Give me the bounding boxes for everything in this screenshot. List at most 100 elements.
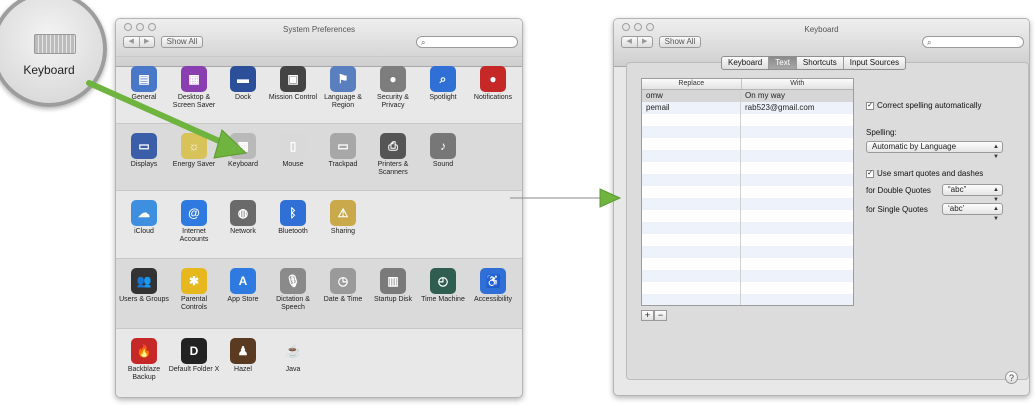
pref-pane-java[interactable]: ☕ Java bbox=[267, 338, 319, 374]
table-row[interactable] bbox=[642, 174, 853, 186]
pref-pane-mouse[interactable]: ▯ Mouse bbox=[267, 133, 319, 169]
pref-pane-dock[interactable]: ▬ Dock bbox=[217, 66, 269, 102]
with-cell[interactable] bbox=[741, 138, 853, 150]
replace-cell[interactable] bbox=[642, 270, 741, 282]
table-row[interactable] bbox=[642, 150, 853, 162]
table-row[interactable] bbox=[642, 246, 853, 258]
replace-cell[interactable] bbox=[642, 294, 741, 305]
table-row[interactable] bbox=[642, 162, 853, 174]
replace-cell[interactable] bbox=[642, 258, 741, 270]
remove-button[interactable]: − bbox=[654, 310, 667, 321]
table-row[interactable] bbox=[642, 234, 853, 246]
with-cell[interactable] bbox=[741, 174, 853, 186]
pref-pane-network[interactable]: ◍ Network bbox=[217, 200, 269, 236]
text-replacement-table[interactable]: Replace With omw On my way pemail rab523@gm… bbox=[641, 78, 854, 306]
pref-pane-keyboard[interactable]: ▦ Keyboard bbox=[217, 133, 269, 169]
pref-pane-default-folder-x[interactable]: D Default Folder X bbox=[168, 338, 220, 374]
pref-pane-language-and-region[interactable]: ⚑ Language & Region bbox=[317, 66, 369, 110]
replace-cell[interactable] bbox=[642, 114, 741, 126]
pref-pane-time-machine[interactable]: ◴ Time Machine bbox=[417, 268, 469, 304]
with-cell[interactable] bbox=[741, 222, 853, 234]
double-quotes-popup[interactable]: “abc” ▲ ▼ bbox=[942, 184, 1003, 203]
add-button[interactable]: + bbox=[641, 310, 654, 321]
replace-cell[interactable] bbox=[642, 198, 741, 210]
with-cell[interactable] bbox=[741, 186, 853, 198]
pref-pane-startup-disk[interactable]: ▥ Startup Disk bbox=[367, 268, 419, 304]
pref-pane-bluetooth[interactable]: ᛒ Bluetooth bbox=[267, 200, 319, 236]
pref-pane-notifications[interactable]: ● Notifications bbox=[467, 66, 519, 102]
with-cell[interactable] bbox=[741, 126, 853, 138]
pref-pane-app-store[interactable]: A App Store bbox=[217, 268, 269, 304]
checkmark-icon[interactable]: ✓ bbox=[866, 169, 874, 178]
with-cell[interactable] bbox=[741, 282, 853, 294]
help-button[interactable]: ? bbox=[1005, 371, 1018, 384]
with-cell[interactable] bbox=[741, 162, 853, 174]
pref-pane-desktop-and-screen-saver[interactable]: ▦ Desktop & Screen Saver bbox=[168, 66, 220, 110]
pref-pane-displays[interactable]: ▭ Displays bbox=[118, 133, 170, 169]
back-arrow-icon[interactable]: ◀ bbox=[622, 37, 638, 47]
pref-pane-mission-control[interactable]: ▣ Mission Control bbox=[267, 66, 319, 102]
table-row[interactable] bbox=[642, 222, 853, 234]
replace-cell[interactable] bbox=[642, 138, 741, 150]
pref-pane-accessibility[interactable]: ♿ Accessibility bbox=[467, 268, 519, 304]
table-row[interactable] bbox=[642, 270, 853, 282]
replace-cell[interactable] bbox=[642, 126, 741, 138]
pref-pane-internet-accounts[interactable]: @ Internet Accounts bbox=[168, 200, 220, 244]
table-row[interactable] bbox=[642, 294, 853, 305]
with-cell[interactable] bbox=[741, 150, 853, 162]
table-row[interactable]: pemail rab523@gmail.com bbox=[642, 102, 853, 114]
column-header-replace[interactable]: Replace bbox=[642, 79, 742, 89]
replace-cell[interactable] bbox=[642, 162, 741, 174]
tab-input-sources[interactable]: Input Sources bbox=[844, 57, 905, 69]
with-cell[interactable] bbox=[741, 258, 853, 270]
search-field[interactable]: ⌕ bbox=[416, 36, 518, 48]
replace-cell[interactable]: omw bbox=[642, 90, 741, 102]
with-cell[interactable] bbox=[741, 210, 853, 222]
pref-pane-printers-and-scanners[interactable]: ⎙ Printers & Scanners bbox=[367, 133, 419, 177]
tab-keyboard[interactable]: Keyboard bbox=[722, 57, 770, 69]
pref-pane-security-and-privacy[interactable]: ● Security & Privacy bbox=[367, 66, 419, 110]
with-cell[interactable] bbox=[741, 114, 853, 126]
back-arrow-icon[interactable]: ◀ bbox=[124, 37, 140, 47]
table-row[interactable] bbox=[642, 186, 853, 198]
smart-quotes-checkbox[interactable]: ✓ Use smart quotes and dashes bbox=[866, 169, 983, 178]
replace-cell[interactable] bbox=[642, 150, 741, 162]
pref-pane-spotlight[interactable]: ⌕ Spotlight bbox=[417, 66, 469, 102]
tab-text[interactable]: Text bbox=[769, 57, 797, 69]
spelling-popup[interactable]: Automatic by Language ▲ ▼ bbox=[866, 141, 1003, 160]
back-forward-control[interactable]: ◀ ▶ bbox=[123, 36, 155, 48]
pref-pane-backblaze-backup[interactable]: 🔥 Backblaze Backup bbox=[118, 338, 170, 382]
replace-cell[interactable] bbox=[642, 186, 741, 198]
pref-pane-date-and-time[interactable]: ◷ Date & Time bbox=[317, 268, 369, 304]
pref-pane-general[interactable]: ▤ General bbox=[118, 66, 170, 102]
replace-cell[interactable] bbox=[642, 246, 741, 258]
with-cell[interactable]: rab523@gmail.com bbox=[741, 102, 853, 114]
with-cell[interactable] bbox=[741, 270, 853, 282]
pref-pane-sharing[interactable]: ⚠ Sharing bbox=[317, 200, 369, 236]
pref-pane-parental-controls[interactable]: ✱ Parental Controls bbox=[168, 268, 220, 312]
table-row[interactable] bbox=[642, 198, 853, 210]
show-all-button[interactable]: Show All bbox=[659, 36, 701, 48]
replace-cell[interactable] bbox=[642, 222, 741, 234]
pref-pane-sound[interactable]: ♪ Sound bbox=[417, 133, 469, 169]
checkmark-icon[interactable]: ✓ bbox=[866, 101, 874, 110]
with-cell[interactable] bbox=[741, 294, 853, 305]
with-cell[interactable] bbox=[741, 198, 853, 210]
pref-pane-hazel[interactable]: ♟ Hazel bbox=[217, 338, 269, 374]
replace-cell[interactable] bbox=[642, 234, 741, 246]
with-cell[interactable] bbox=[741, 234, 853, 246]
table-row[interactable] bbox=[642, 138, 853, 150]
pref-pane-dictation-and-speech[interactable]: 🎙 Dictation & Speech bbox=[267, 268, 319, 312]
forward-arrow-icon[interactable]: ▶ bbox=[140, 37, 155, 47]
show-all-button[interactable]: Show All bbox=[161, 36, 203, 48]
replace-cell[interactable]: pemail bbox=[642, 102, 741, 114]
search-field[interactable]: ⌕ bbox=[922, 36, 1024, 48]
column-header-with[interactable]: With bbox=[742, 79, 853, 89]
tab-shortcuts[interactable]: Shortcuts bbox=[797, 57, 844, 69]
pref-pane-users-and-groups[interactable]: 👥 Users & Groups bbox=[118, 268, 170, 304]
back-forward-control[interactable]: ◀ ▶ bbox=[621, 36, 653, 48]
pref-pane-energy-saver[interactable]: ☼ Energy Saver bbox=[168, 133, 220, 169]
pref-pane-icloud[interactable]: ☁ iCloud bbox=[118, 200, 170, 236]
table-row[interactable] bbox=[642, 282, 853, 294]
correct-spelling-checkbox[interactable]: ✓ Correct spelling automatically bbox=[866, 101, 982, 110]
